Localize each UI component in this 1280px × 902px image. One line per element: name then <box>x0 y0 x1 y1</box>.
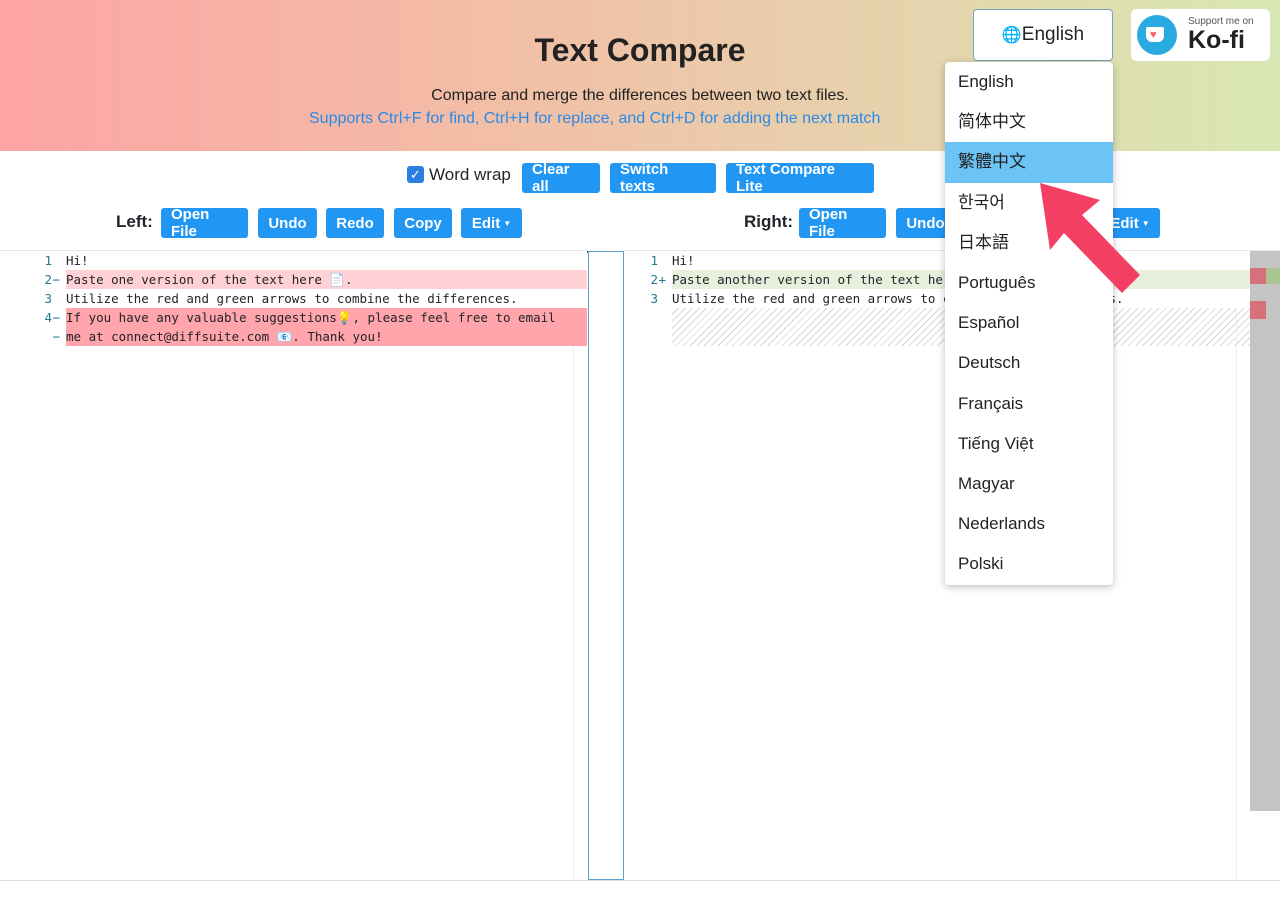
left-label: Left: <box>116 212 153 231</box>
line-number: − <box>52 329 60 344</box>
left-line: me at connect@diffsuite.com 📧. Thank you… <box>66 327 587 346</box>
kofi-cup-icon: ♥ <box>1137 15 1177 55</box>
right-scrollbar[interactable] <box>1236 251 1250 881</box>
left-open-file-button[interactable]: Open File <box>161 206 248 240</box>
left-line: Paste one version of the text here 📄. <box>66 270 587 289</box>
line-number: 3 <box>650 291 658 306</box>
left-undo-button[interactable]: Undo <box>258 208 317 238</box>
language-dropdown-menu: English 简体中文 繁體中文 한국어 日本語 Português Español Deu… <box>945 62 1113 585</box>
right-label: Right: <box>744 212 794 231</box>
right-open-file-button[interactable]: Open File <box>799 206 886 240</box>
text-compare-lite-button[interactable]: Text Compare Lite <box>726 161 874 195</box>
left-editor[interactable]: Hi! 1 Paste one version of the text here … <box>0 250 588 881</box>
language-button[interactable]: 🌐 English <box>973 9 1113 61</box>
line-number: 1 <box>44 253 52 268</box>
word-wrap-checkbox[interactable]: ✓ <box>407 166 424 183</box>
kofi-button[interactable]: ♥ Support me on Ko-fi <box>1131 9 1270 61</box>
line-number: 2− <box>44 272 60 287</box>
caret-down-icon: ▼ <box>503 218 512 228</box>
language-option[interactable]: Polski <box>945 544 1113 584</box>
line-number: 2+ <box>650 272 666 287</box>
globe-icon: 🌐 <box>1001 27 1022 44</box>
pointer-arrow-icon <box>1040 183 1140 293</box>
language-option[interactable]: Deutsch <box>945 343 1113 383</box>
left-edit-dropdown[interactable]: Edit ▼ <box>461 208 522 238</box>
line-number: 3 <box>44 291 52 306</box>
left-redo-button[interactable]: Redo <box>326 208 384 238</box>
shortcut-hint: Supports Ctrl+F for find, Ctrl+H for rep… <box>309 110 881 127</box>
language-option[interactable]: Tiếng Việt <box>945 424 1113 464</box>
line-number: 4− <box>44 310 60 325</box>
language-option[interactable]: Español <box>945 303 1113 343</box>
language-option[interactable]: 简体中文 <box>945 102 1113 142</box>
left-copy-button[interactable]: Copy <box>394 208 452 238</box>
switch-texts-button[interactable]: Switch texts <box>610 161 716 195</box>
left-line: Hi! <box>66 251 587 270</box>
line-number: 1 <box>650 253 658 268</box>
merge-gutter[interactable] <box>588 251 624 880</box>
left-line: Utilize the red and green arrows to comb… <box>66 289 587 308</box>
left-line: If you have any valuable suggestions💡, p… <box>66 308 587 327</box>
language-option[interactable]: English <box>945 62 1113 102</box>
language-option[interactable]: Nederlands <box>945 504 1113 544</box>
clear-all-button[interactable]: Clear all <box>522 161 600 195</box>
language-option[interactable]: Français <box>945 384 1113 424</box>
word-wrap-label: Word wrap <box>429 165 511 184</box>
language-option[interactable]: Magyar <box>945 464 1113 504</box>
diff-overview[interactable] <box>1250 251 1280 811</box>
